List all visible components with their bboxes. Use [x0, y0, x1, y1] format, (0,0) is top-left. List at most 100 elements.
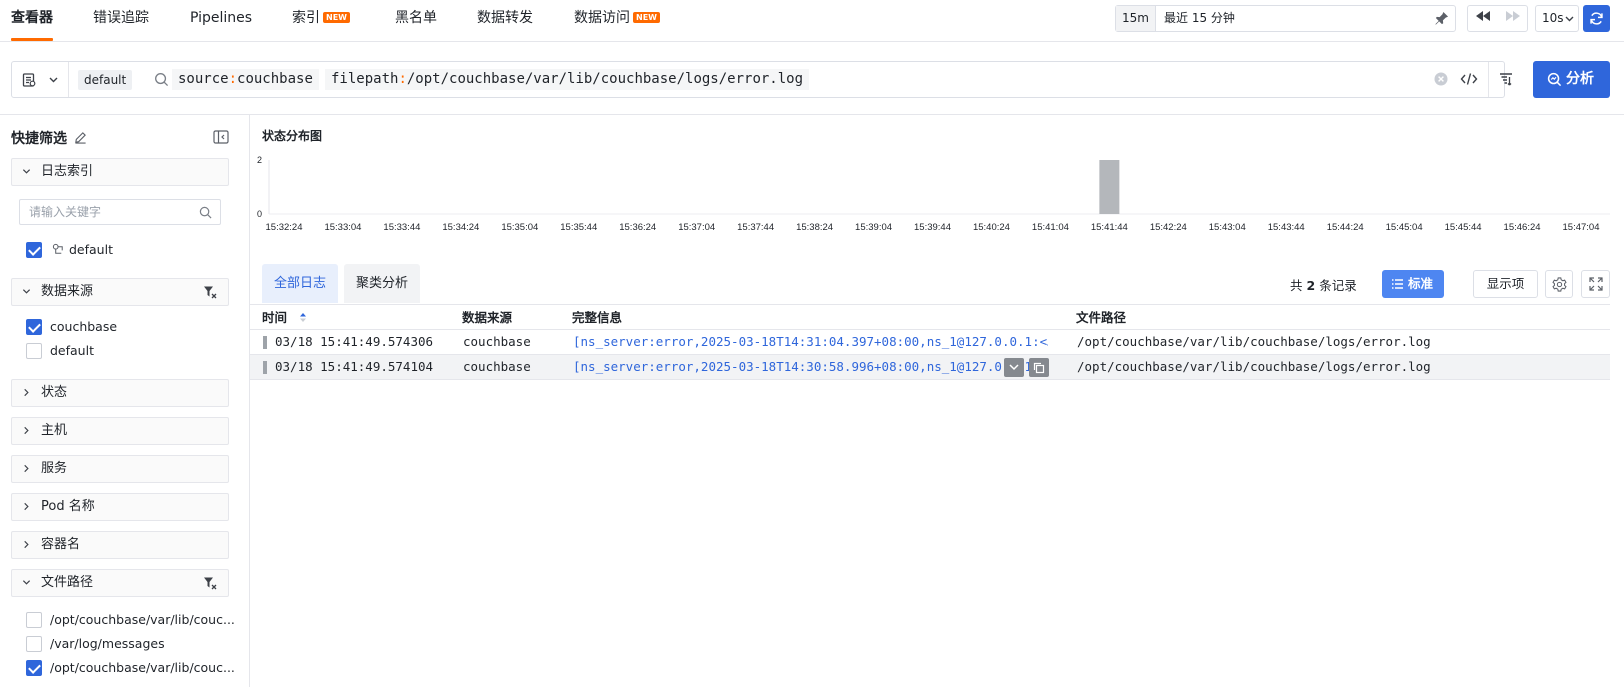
tab-all-logs[interactable]: 全部日志: [262, 264, 339, 303]
clear-filter-icon[interactable]: [203, 285, 217, 299]
quick-filter-title: 快捷筛选: [11, 131, 67, 147]
tab-blacklist[interactable]: 黑名单: [395, 0, 437, 42]
record-suffix: 条记录: [1319, 278, 1357, 293]
checkbox[interactable]: [26, 319, 42, 335]
facet-pod-name[interactable]: Pod 名称: [11, 493, 229, 521]
fullscreen-button[interactable]: [1581, 270, 1610, 298]
tab-label: 数据转发: [477, 10, 533, 26]
cell-filepath: /opt/couchbase/var/lib/couchbase/logs/er…: [1077, 359, 1431, 374]
y-tick-label: 0: [257, 209, 262, 219]
checkbox[interactable]: [26, 612, 42, 628]
query-token-filepath[interactable]: filepath:/opt/couchbase/var/lib/couchbas…: [325, 69, 810, 90]
tab-index[interactable]: 索引 NEW: [292, 0, 350, 42]
checkbox[interactable]: [26, 660, 42, 676]
status-bar: [263, 361, 267, 374]
tab-error-tracking[interactable]: 错误追踪: [93, 0, 149, 42]
facet-label: 状态: [41, 385, 68, 400]
chart-bar[interactable]: [1099, 160, 1120, 214]
collapse-sidebar-icon[interactable]: [213, 130, 229, 148]
copy-row-button[interactable]: [1029, 358, 1050, 377]
option-label: /opt/couchbase/var/lib/couc...: [50, 612, 235, 627]
time-nav-buttons: [1467, 5, 1528, 32]
facet-service[interactable]: 服务: [11, 455, 229, 483]
expand-row-button[interactable]: [1004, 358, 1024, 377]
y-tick-label: 2: [257, 155, 262, 165]
status-distribution-chart: 2 0 15:32:24 15:33:04 15:33:44 15:34:24 15:35:…: [257, 155, 1610, 233]
x-tick-label: 15:43:44: [1268, 222, 1305, 233]
column-header-filepath[interactable]: 文件路径: [1076, 305, 1126, 330]
facet-search-input[interactable]: [20, 200, 185, 224]
tab-pipelines[interactable]: Pipelines: [190, 0, 252, 42]
query-mode-dropdown[interactable]: [12, 62, 69, 97]
chevron-down-icon: [22, 580, 31, 585]
x-tick-label: 15:35:44: [560, 222, 597, 233]
settings-button[interactable]: [1545, 270, 1573, 298]
tab-label: 查看器: [11, 10, 53, 26]
forward-icon: [1506, 11, 1520, 21]
x-tick-label: 15:38:24: [796, 222, 833, 233]
chevron-right-icon: [24, 540, 29, 549]
status-bar: [263, 336, 267, 349]
x-tick-label: 15:40:24: [973, 222, 1010, 233]
tab-data-access[interactable]: 数据访问 NEW: [574, 0, 660, 42]
checkbox[interactable]: [26, 242, 42, 258]
column-label: 时间: [262, 310, 288, 325]
cell-message[interactable]: [ns_server:error,2025-03-18T14:30:58.996…: [573, 355, 1048, 379]
facet-label: 服务: [41, 461, 68, 476]
facet-status[interactable]: 状态: [11, 379, 229, 407]
checkbox[interactable]: [26, 636, 42, 652]
token-separator: :: [398, 71, 407, 87]
display-columns-button[interactable]: 显示项: [1473, 270, 1538, 298]
facet-host[interactable]: 主机: [11, 417, 229, 445]
refresh-button[interactable]: [1583, 5, 1610, 32]
rewind-button[interactable]: [1468, 6, 1498, 31]
time-range-picker[interactable]: 15m 最近 15 分钟: [1115, 5, 1456, 32]
checkbox[interactable]: [26, 343, 42, 359]
analyze-button[interactable]: 分析: [1533, 61, 1610, 98]
clear-filter-icon[interactable]: [203, 576, 217, 590]
pin-icon[interactable]: [1434, 11, 1449, 30]
facet-label: 数据来源: [41, 284, 94, 299]
row-actions: [1004, 358, 1050, 377]
tab-data-forwarding[interactable]: 数据转发: [477, 0, 533, 42]
token-key: filepath: [331, 71, 399, 87]
sort-icon[interactable]: [299, 312, 307, 323]
table-row[interactable]: 03/18 15:41:49.574104 couchbase [ns_serv…: [250, 355, 1610, 380]
x-tick-label: 15:43:04: [1209, 222, 1246, 233]
code-icon[interactable]: [1457, 67, 1481, 91]
chart-title: 状态分布图: [262, 129, 323, 143]
facet-search: [19, 199, 221, 225]
clear-query-icon[interactable]: [1434, 72, 1448, 90]
forward-button[interactable]: [1498, 6, 1528, 31]
cell-source: couchbase: [463, 359, 531, 374]
tab-viewer[interactable]: 查看器: [11, 0, 53, 42]
column-header-time[interactable]: 时间: [262, 305, 307, 330]
chevron-right-icon: [24, 502, 29, 511]
facet-file-path[interactable]: 文件路径: [11, 569, 229, 597]
facet-container-name[interactable]: 容器名: [11, 531, 229, 559]
chevron-down-icon: [1565, 16, 1574, 22]
index-chip[interactable]: default: [78, 70, 133, 90]
time-preset[interactable]: 15m: [1116, 6, 1156, 31]
cell-time: 03/18 15:41:49.574104: [275, 359, 434, 374]
cell-time: 03/18 15:41:49.574306: [275, 334, 434, 349]
cell-message[interactable]: [ns_server:error,2025-03-18T14:31:04.397…: [573, 330, 1048, 354]
column-header-source[interactable]: 数据来源: [462, 305, 512, 330]
option-label: /opt/couchbase/var/lib/couc...: [50, 660, 235, 675]
option-label: default: [69, 242, 113, 257]
facet-label: 主机: [41, 423, 68, 438]
table-row[interactable]: 03/18 15:41:49.574306 couchbase [ns_serv…: [250, 330, 1610, 355]
edit-icon[interactable]: [74, 131, 87, 148]
facet-data-source[interactable]: 数据来源: [11, 278, 229, 306]
cell-filepath: /opt/couchbase/var/lib/couchbase/logs/er…: [1077, 334, 1431, 349]
column-header-message[interactable]: 完整信息: [572, 305, 622, 330]
cell-source: couchbase: [463, 334, 531, 349]
index-icon: [52, 243, 63, 254]
standard-view-button[interactable]: 标准: [1382, 270, 1444, 298]
query-token-source[interactable]: source:couchbase: [172, 69, 319, 90]
tab-cluster-analysis[interactable]: 聚类分析: [344, 264, 421, 303]
query-filter-button[interactable]: [1488, 62, 1522, 97]
facet-label: 日志索引: [41, 164, 94, 179]
refresh-interval-select[interactable]: 10s: [1535, 5, 1579, 32]
facet-log-index[interactable]: 日志索引: [11, 158, 229, 186]
